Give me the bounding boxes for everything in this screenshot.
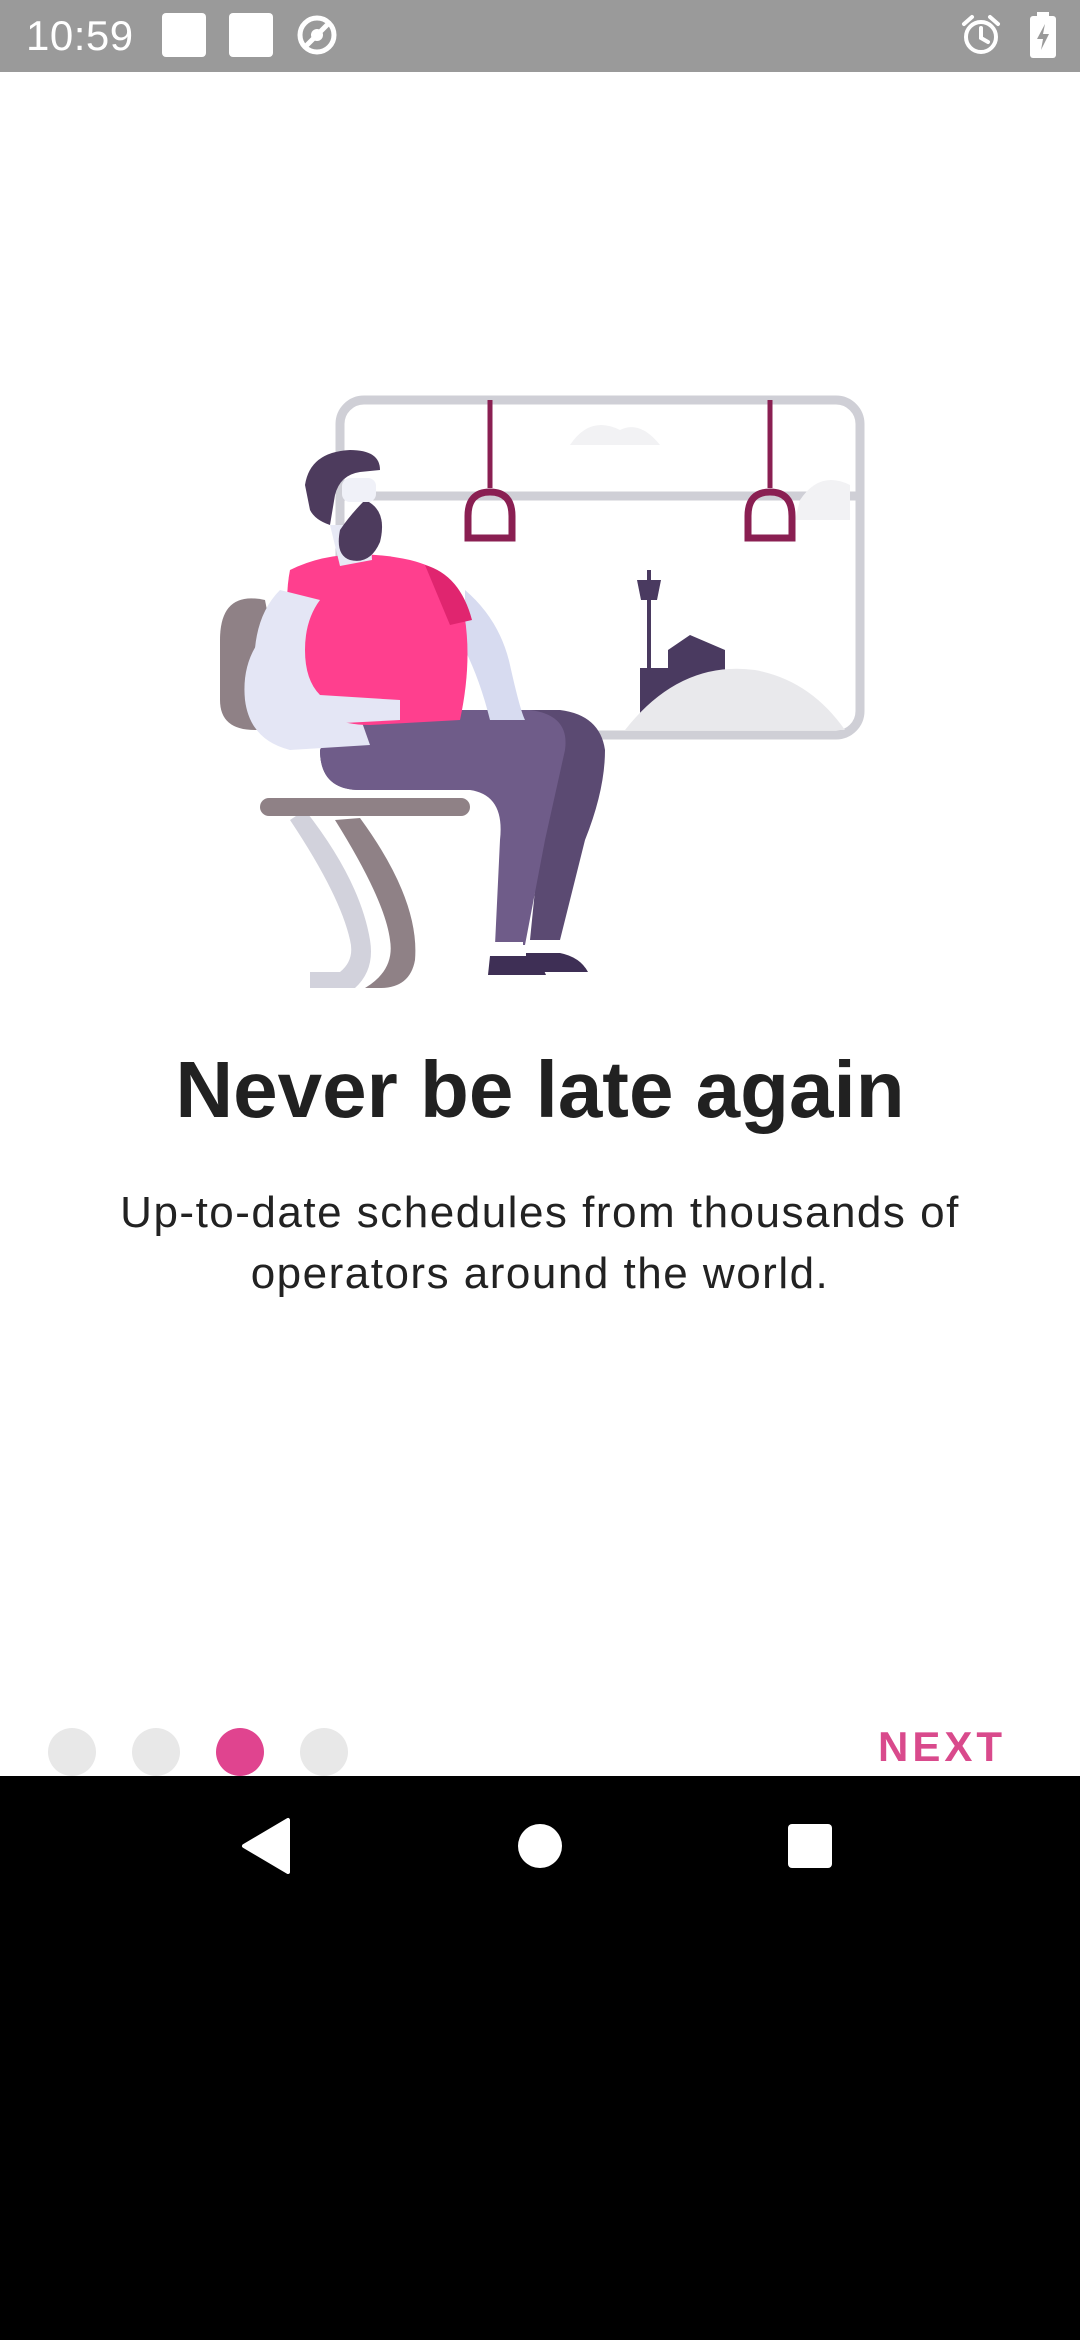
commuter-train-illustration — [220, 395, 865, 988]
notification-square-icon — [229, 13, 273, 57]
page-dot-1 — [48, 1728, 96, 1776]
no-disturb-icon — [297, 15, 337, 55]
page-dot-3-active — [216, 1728, 264, 1776]
status-time: 10:59 — [26, 12, 134, 59]
page-dot-2 — [132, 1728, 180, 1776]
recents-icon[interactable] — [770, 1806, 850, 1886]
onboarding-screen: Never be late again Up-to-date schedules… — [0, 72, 1080, 1776]
battery-charging-icon — [1030, 12, 1056, 58]
back-icon[interactable] — [228, 1806, 308, 1886]
onboarding-subtitle: Up-to-date schedules from thousands of o… — [120, 1188, 960, 1298]
onboarding-headline: Never be late again — [175, 1045, 905, 1134]
system-nav-bar — [0, 1776, 1080, 1916]
status-bar: 10:59 — [0, 0, 1080, 72]
page-dot-4 — [300, 1728, 348, 1776]
next-button[interactable]: NEXT — [868, 1712, 1016, 1782]
alarm-icon — [962, 15, 1000, 54]
notification-square-icon — [162, 13, 206, 57]
home-icon[interactable] — [500, 1806, 580, 1886]
